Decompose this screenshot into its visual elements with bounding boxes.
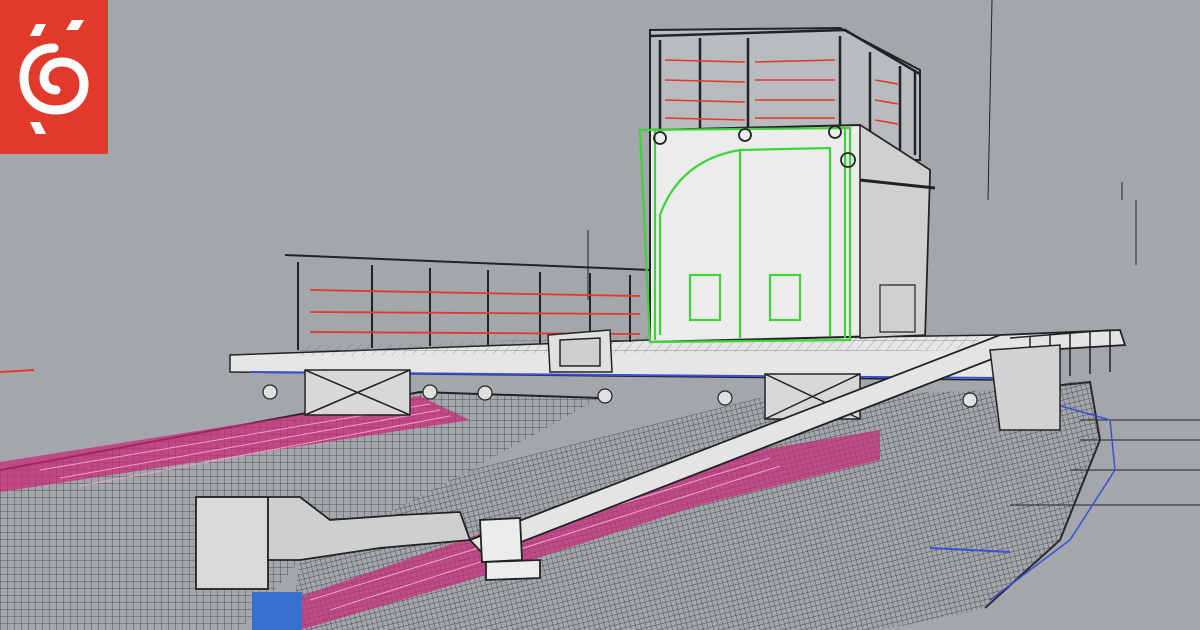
- cabin-tower: [638, 26, 936, 344]
- boat-wireframe-render: [0, 0, 1200, 630]
- deck-clamp: [547, 329, 613, 373]
- bow-panel: [252, 592, 302, 630]
- spiral-e-logo-icon: [0, 0, 108, 154]
- cad-viewport: [0, 0, 1200, 630]
